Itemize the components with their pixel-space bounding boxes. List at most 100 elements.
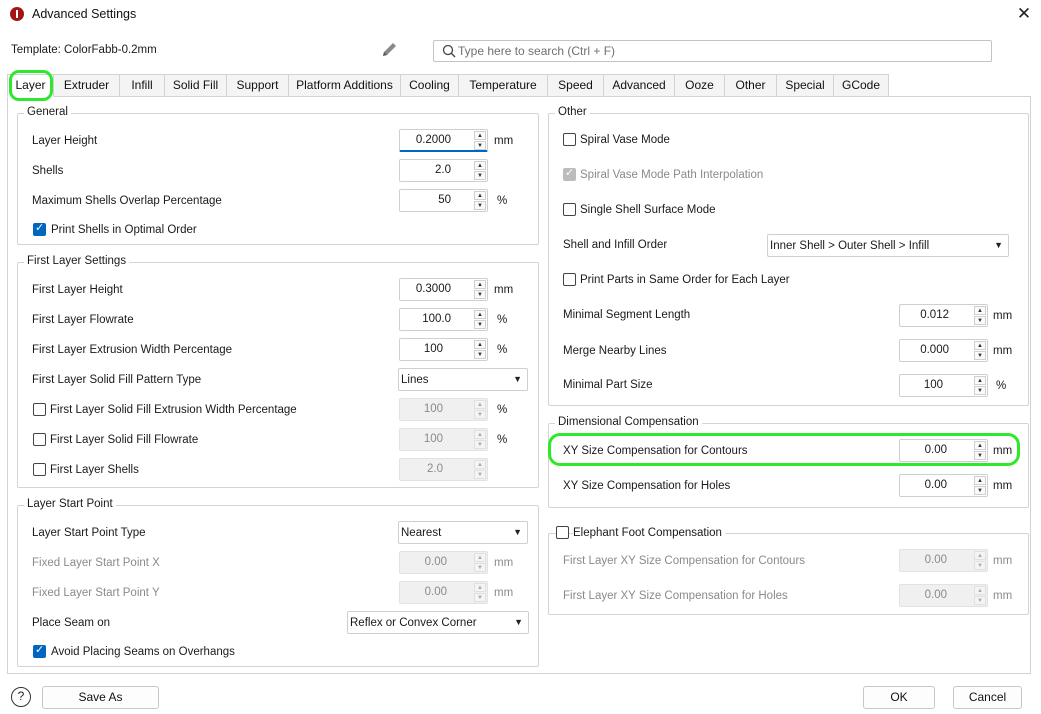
print-shells-optimal-checkbox[interactable] [33, 221, 46, 236]
ok-button[interactable]: OK [863, 686, 935, 709]
min-part-spinbox[interactable]: 100 ▲ ▼ [899, 374, 988, 397]
elephant-contours-label: First Layer XY Size Compensation for Con… [563, 555, 806, 567]
spin-down-icon[interactable]: ▼ [974, 486, 986, 495]
spin-value: 100.0 [422, 313, 451, 325]
spin-up-icon[interactable]: ▲ [974, 441, 986, 450]
spin-value: 0.00 [924, 589, 947, 601]
spin-up-icon[interactable]: ▲ [474, 161, 486, 170]
tab-speed[interactable]: Speed [548, 74, 604, 97]
tab-other[interactable]: Other [725, 74, 777, 97]
spin-value: 0.00 [924, 554, 947, 566]
tab-layer[interactable]: Layer [7, 74, 54, 97]
tab-platform-additions[interactable]: Platform Additions [289, 74, 401, 97]
spin-value: 100 [423, 403, 443, 415]
spin-up-icon[interactable]: ▲ [474, 340, 486, 349]
min-segment-label: Minimal Segment Length [563, 309, 691, 321]
elephant-holes-spinbox: 0.00 ▲ ▼ [899, 584, 988, 607]
spin-down-icon[interactable]: ▼ [974, 386, 986, 395]
chevron-down-icon: ▼ [514, 617, 523, 627]
single-shell-checkbox[interactable] [563, 203, 576, 216]
merge-lines-label: Merge Nearby Lines [563, 345, 667, 357]
tab-special[interactable]: Special [777, 74, 834, 97]
dropdown-value: Nearest [401, 527, 442, 539]
elephant-foot-checkbox[interactable] [556, 526, 569, 539]
window-title: Advanced Settings [32, 7, 137, 21]
shell-infill-order-label: Shell and Infill Order [563, 239, 668, 251]
spin-up-icon: ▲ [474, 430, 486, 439]
first-layer-shells-checkbox[interactable] [33, 463, 46, 476]
unit-label: mm [993, 480, 1013, 492]
spin-up-icon[interactable]: ▲ [974, 306, 986, 315]
solid-fill-flowrate-checkbox[interactable] [33, 433, 46, 446]
elephant-holes-label: First Layer XY Size Compensation for Hol… [563, 590, 788, 602]
solid-fill-extrusion-width-label: First Layer Solid Fill Extrusion Width P… [50, 404, 297, 416]
unit-label: % [497, 434, 508, 446]
spin-down-icon[interactable]: ▼ [474, 171, 486, 180]
app-icon [10, 7, 24, 21]
spin-value: 0.3000 [415, 283, 451, 295]
xy-contours-spinbox[interactable]: 0.00 ▲ ▼ [899, 439, 988, 462]
spin-up-icon[interactable]: ▲ [474, 191, 486, 200]
merge-lines-spinbox[interactable]: 0.000 ▲ ▼ [899, 339, 988, 362]
min-segment-spinbox[interactable]: 0.012 ▲ ▼ [899, 304, 988, 327]
spin-down-icon[interactable]: ▼ [974, 351, 986, 360]
spin-down-icon[interactable]: ▼ [474, 290, 486, 299]
tab-solid-fill[interactable]: Solid Fill [165, 74, 227, 97]
spin-up-icon[interactable]: ▲ [474, 310, 486, 319]
solid-fill-extrusion-width-checkbox[interactable] [33, 403, 46, 416]
spin-down-icon[interactable]: ▼ [474, 350, 486, 359]
avoid-seams-label: Avoid Placing Seams on Overhangs [51, 646, 235, 658]
first-layer-height-spinbox[interactable]: 0.3000 ▲ ▼ [399, 278, 488, 301]
start-point-type-dropdown[interactable]: Nearest ▼ [398, 521, 528, 544]
spin-up-icon[interactable]: ▲ [974, 376, 986, 385]
spin-up-icon[interactable]: ▲ [974, 341, 986, 350]
cancel-button[interactable]: Cancel [953, 686, 1022, 709]
layer-height-spinbox[interactable]: 0.2000 ▲ ▼ [399, 129, 488, 152]
close-icon[interactable]: ✕ [1012, 3, 1036, 25]
spin-value: 0.00 [424, 586, 447, 598]
fixed-start-x-spinbox: 0.00 ▲ ▼ [399, 551, 488, 574]
max-overlap-spinbox[interactable]: 50 ▲ ▼ [399, 189, 488, 212]
shells-label: Shells [32, 165, 64, 177]
place-seam-dropdown[interactable]: Reflex or Convex Corner ▼ [347, 611, 529, 634]
elephant-contours-spinbox: 0.00 ▲ ▼ [899, 549, 988, 572]
spin-down-icon[interactable]: ▼ [474, 141, 486, 150]
spin-value: 50 [438, 194, 451, 206]
spin-down-icon[interactable]: ▼ [474, 320, 486, 329]
tab-support[interactable]: Support [227, 74, 289, 97]
tab-cooling[interactable]: Cooling [401, 74, 459, 97]
pencil-icon[interactable] [380, 41, 400, 59]
unit-label: mm [993, 345, 1013, 357]
unit-label: mm [494, 284, 514, 296]
spin-value: 0.00 [924, 444, 947, 456]
shell-infill-order-dropdown[interactable]: Inner Shell > Outer Shell > Infill ▼ [767, 234, 1009, 257]
shells-spinbox[interactable]: 2.0 ▲ ▼ [399, 159, 488, 182]
same-order-checkbox[interactable] [563, 273, 576, 286]
avoid-seams-checkbox[interactable] [33, 643, 46, 658]
tab-ooze[interactable]: Ooze [675, 74, 725, 97]
xy-holes-spinbox[interactable]: 0.00 ▲ ▼ [899, 474, 988, 497]
tab-extruder[interactable]: Extruder [54, 74, 120, 97]
solid-fill-pattern-dropdown[interactable]: Lines ▼ [398, 368, 528, 391]
search-input[interactable] [458, 42, 986, 60]
spin-up-icon[interactable]: ▲ [474, 280, 486, 289]
spin-up-icon[interactable]: ▲ [974, 476, 986, 485]
first-layer-shells-label: First Layer Shells [50, 464, 139, 476]
tab-advanced[interactable]: Advanced [604, 74, 675, 97]
spin-down-icon[interactable]: ▼ [474, 201, 486, 210]
spin-up-icon: ▲ [474, 583, 486, 592]
group-title: Layer Start Point [24, 498, 116, 510]
solid-fill-flowrate-spinbox: 100 ▲ ▼ [399, 428, 488, 451]
help-icon[interactable]: ? [11, 687, 31, 707]
tab-gcode[interactable]: GCode [834, 74, 889, 97]
spin-down-icon[interactable]: ▼ [974, 316, 986, 325]
save-as-button[interactable]: Save As [42, 686, 159, 709]
tab-temperature[interactable]: Temperature [459, 74, 548, 97]
tab-infill[interactable]: Infill [120, 74, 165, 97]
first-layer-extrusion-width-spinbox[interactable]: 100 ▲ ▼ [399, 338, 488, 361]
spin-up-icon[interactable]: ▲ [474, 131, 486, 140]
spiral-vase-checkbox[interactable] [563, 133, 576, 146]
spin-down-icon[interactable]: ▼ [974, 451, 986, 460]
group-title: First Layer Settings [24, 255, 130, 267]
first-layer-flowrate-spinbox[interactable]: 100.0 ▲ ▼ [399, 308, 488, 331]
